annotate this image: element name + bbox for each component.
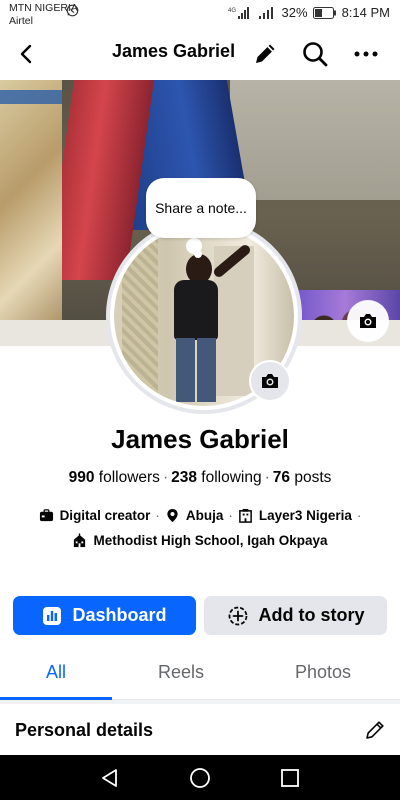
profile-tabs: All Reels Photos [0,652,400,700]
location-pin-icon [167,508,178,523]
cover-poster [0,80,62,338]
detail-school-label: Methodist High School, Igah Okpaya [93,533,328,548]
posts-stat: 76 posts [273,469,332,486]
search-icon [303,42,328,67]
profile-details-row: Digital creator · Abuja · Layer3 Nigeria… [0,508,400,523]
following-count: 238 [171,469,197,486]
followers-label: followers [98,469,160,486]
briefcase-icon [39,509,53,522]
nav-recents-icon[interactable] [279,767,301,789]
nav-home-icon[interactable] [188,766,212,790]
system-navigation-bar [0,755,400,800]
profile-name: James Gabriel [111,424,289,454]
detail-separator: · [356,508,362,523]
whatsapp-icon [66,4,79,17]
detail-workplace: Layer3 Nigeria [238,508,352,523]
battery-icon [312,6,336,19]
section-divider [0,700,400,704]
posts-count: 76 [272,469,291,486]
cover-ceiling [230,80,400,200]
edit-personal-details-button[interactable] [362,717,388,743]
detail-workplace-label: Layer3 Nigeria [258,508,352,523]
edit-profile-picture-button[interactable] [249,360,291,402]
top-app-bar: James Gabriel [0,30,400,78]
carrier-secondary: Airtel [9,15,33,27]
add-to-story-button[interactable]: Add to story [204,596,387,635]
detail-separator: · [228,508,233,523]
building-icon [238,508,252,523]
profile-stats: 990 followers · 238 following · 76 posts [0,469,400,487]
followers-stat[interactable]: 990 followers [69,469,160,486]
search-button[interactable] [299,38,331,70]
share-note-button[interactable]: Share a note... [146,178,256,238]
network-label: 4G [228,8,236,14]
tab-photos[interactable]: Photos [295,662,351,683]
add-story-icon [228,606,247,625]
personal-details-title: Personal details [15,720,154,740]
camera-icon [360,314,376,328]
following-label: following [201,469,262,486]
detail-separator: · [155,508,160,523]
page-title: James Gabriel [112,41,236,61]
tab-reels[interactable]: Reels [158,662,204,683]
nav-back-icon[interactable] [98,766,122,790]
dashboard-chart-icon [43,606,62,625]
detail-role-label: Digital creator [59,508,151,523]
detail-role: Digital creator [39,508,151,523]
edit-cover-photo-button[interactable] [347,300,389,342]
battery-percent: 32% [281,5,308,20]
stat-separator: · [264,469,270,486]
back-arrow-icon [20,44,32,64]
detail-location-label: Abuja [185,508,224,523]
pencil-icon [256,44,275,63]
following-stat[interactable]: 238 following [171,469,262,486]
posts-label: posts [294,469,332,486]
add-to-story-label: Add to story [258,605,365,625]
status-right: 4G 32% 8:14 PM [228,5,390,20]
dashboard-label: Dashboard [72,605,167,625]
dashboard-button[interactable]: Dashboard [13,596,196,635]
tab-all[interactable]: All [46,662,66,683]
more-dots-icon [354,51,378,57]
camera-icon [262,374,278,388]
note-bubble-tail-small [194,250,202,258]
pencil-outline-icon [366,721,384,739]
share-note-label: Share a note... [155,200,247,216]
profile-details-row-2: Methodist High School, Igah Okpaya [0,533,400,548]
status-bar: MTN NIGERIA Airtel 4G 32% 8:14 PM [0,0,400,30]
edit-profile-button[interactable] [250,39,280,69]
signal-icon [258,6,273,19]
school-icon [74,533,86,548]
detail-location: Abuja [165,508,224,523]
more-options-button[interactable] [351,39,381,69]
detail-school: Methodist High School, Igah Okpaya [72,533,328,548]
signal-4g-icon: 4G [228,6,249,19]
stat-separator: · [162,469,169,486]
back-button[interactable] [12,39,42,69]
clock: 8:14 PM [341,5,390,20]
followers-count: 990 [68,469,95,486]
